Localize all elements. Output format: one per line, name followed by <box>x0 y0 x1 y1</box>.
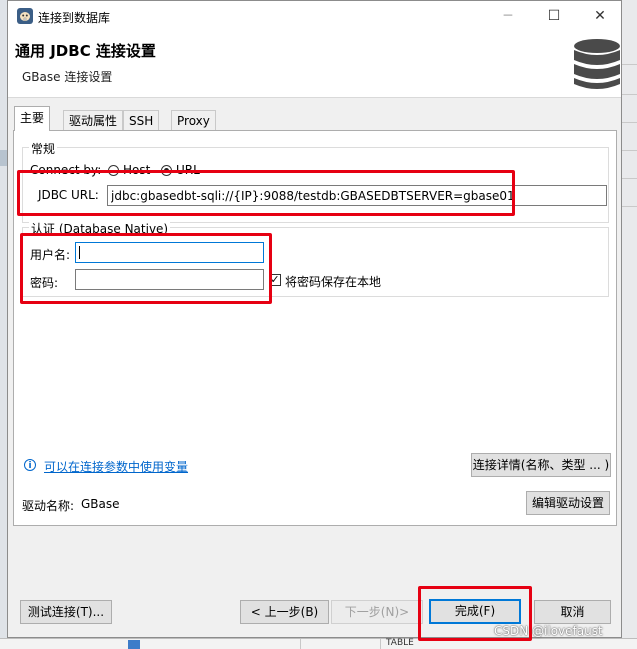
connection-details-button[interactable]: 连接详情(名称、类型 ... ) <box>471 453 611 477</box>
window-title: 连接到数据库 <box>38 11 111 25</box>
save-password-label[interactable]: 将密码保存在本地 <box>285 273 381 290</box>
page-subtitle: GBase 连接设置 <box>22 70 113 84</box>
host-radio-label[interactable]: Host <box>123 163 150 177</box>
back-button[interactable]: < 上一步(B) <box>240 600 329 624</box>
maximize-button[interactable]: ☐ <box>531 1 577 31</box>
database-icon <box>574 39 620 89</box>
password-input[interactable] <box>75 269 264 290</box>
tab-panel-main: 常规 Connect by: Host URL JDBC URL: 认证 (Da… <box>13 130 617 526</box>
page-title: 通用 JDBC 连接设置 <box>15 42 156 60</box>
test-connection-button[interactable]: 测试连接(T)... <box>20 600 112 624</box>
host-radio[interactable] <box>108 165 119 176</box>
tab-driver-properties[interactable]: 驱动属性 <box>63 110 124 131</box>
save-password-checkbox[interactable]: ✓ <box>269 274 281 286</box>
dbeaver-app-icon <box>17 8 33 24</box>
tab-ssh[interactable]: SSH <box>123 110 160 131</box>
watermark: CSDN @ilovefaust <box>494 624 603 638</box>
username-input[interactable] <box>75 242 264 263</box>
driver-name-label: 驱动名称: <box>22 499 75 513</box>
connect-dialog: 连接到数据库 ─ ☐ ✕ 通用 JDBC 连接设置 GBase 连接设置 主要 … <box>7 0 622 638</box>
minimize-button[interactable]: ─ <box>485 1 531 31</box>
cancel-button[interactable]: 取消 <box>534 600 611 624</box>
general-legend: 常规 <box>29 140 58 157</box>
auth-legend: 认证 (Database Native) <box>29 220 171 237</box>
url-radio[interactable] <box>161 165 172 176</box>
variables-link[interactable]: 可以在连接参数中使用变量 <box>44 458 188 475</box>
close-button[interactable]: ✕ <box>577 1 623 31</box>
auth-group: 认证 (Database Native) 用户名: 密码: ✓ 将密码保存在本地 <box>22 220 609 297</box>
background-app-table: TABLE <box>0 638 637 649</box>
connect-by-label: Connect by: <box>30 163 102 177</box>
jdbc-url-label: JDBC URL: <box>38 188 99 202</box>
edit-driver-button[interactable]: 编辑驱动设置 <box>526 491 610 515</box>
background-app-right <box>622 0 637 648</box>
jdbc-url-input[interactable] <box>107 185 607 206</box>
text-caret <box>79 246 80 259</box>
title-bar: 连接到数据库 ─ ☐ ✕ <box>8 1 621 31</box>
finish-button[interactable]: 完成(F) <box>429 599 521 624</box>
info-icon: i <box>24 459 36 471</box>
next-button[interactable]: 下一步(N)> <box>331 600 423 624</box>
tab-main[interactable]: 主要 <box>14 106 51 131</box>
username-label: 用户名: <box>30 248 71 262</box>
wizard-header: 通用 JDBC 连接设置 GBase 连接设置 <box>8 31 621 98</box>
password-label: 密码: <box>30 276 59 290</box>
url-radio-label[interactable]: URL <box>176 163 200 177</box>
general-group: 常规 Connect by: Host URL JDBC URL: <box>22 140 609 223</box>
driver-name-value: GBase <box>81 497 120 511</box>
tab-proxy[interactable]: Proxy <box>171 110 216 131</box>
